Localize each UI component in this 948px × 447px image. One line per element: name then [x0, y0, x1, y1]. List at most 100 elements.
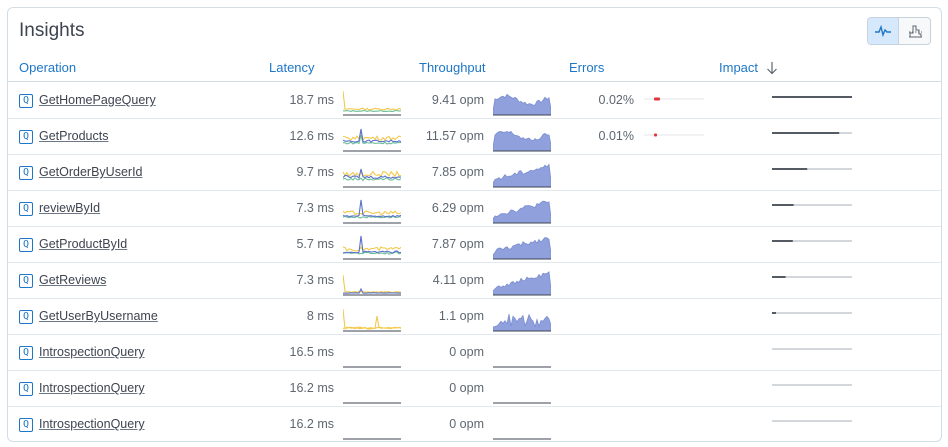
latency-series-line [343, 308, 401, 330]
latency-sparkline [343, 308, 401, 332]
column-errors[interactable]: Errors [569, 60, 604, 75]
operation-row[interactable]: Q GetHomePageQuery 18.7 ms 9.41 opm 0.02% [8, 83, 941, 119]
latency-value: 16.5 ms [289, 345, 334, 359]
latency-series-line [343, 315, 401, 330]
impact-track [772, 384, 852, 386]
query-type-icon: Q [19, 130, 33, 144]
distribution-chart-icon [908, 25, 922, 38]
line-chart-icon [875, 25, 891, 37]
impact-fill [772, 168, 808, 170]
sparkline-view-button[interactable] [868, 18, 900, 44]
latency-value: 5.7 ms [296, 237, 334, 251]
operation-row[interactable]: Q GetReviews 7.3 ms 4.11 opm [8, 263, 941, 299]
impact-bar [772, 132, 852, 134]
query-type-icon: Q [19, 418, 33, 432]
impact-fill [772, 276, 786, 278]
throughput-area [493, 271, 551, 296]
latency-series-line [343, 90, 401, 111]
error-rate-bar [644, 97, 704, 101]
error-rate-bar [644, 133, 704, 137]
impact-bar [772, 168, 852, 170]
latency-series-line [343, 128, 401, 143]
operation-row[interactable]: Q IntrospectionQuery 16.2 ms 0 opm [8, 371, 941, 407]
throughput-value: 0 opm [449, 417, 484, 431]
operation-name-link[interactable]: GetProducts [39, 129, 108, 143]
sort-descending-icon[interactable] [765, 60, 779, 76]
throughput-area [493, 313, 551, 332]
throughput-sparkline [493, 200, 551, 224]
query-type-icon: Q [19, 310, 33, 324]
operation-row[interactable]: Q GetProductById 5.7 ms 7.87 opm [8, 227, 941, 263]
operation-name-link[interactable]: GetReviews [39, 273, 106, 287]
impact-bar [772, 348, 852, 350]
latency-value: 7.3 ms [296, 201, 334, 215]
latency-series-line [343, 109, 401, 112]
latency-sparkline [343, 168, 401, 188]
operation-row[interactable]: Q GetOrderByUserId 9.7 ms 7.85 opm [8, 155, 941, 191]
distribution-view-button[interactable] [899, 18, 930, 44]
view-toggle[interactable] [867, 17, 931, 45]
latency-value: 7.3 ms [296, 273, 334, 287]
column-throughput[interactable]: Throughput [419, 60, 486, 75]
latency-series-line [343, 170, 401, 178]
throughput-sparkline [493, 237, 551, 260]
impact-fill [772, 96, 852, 98]
operation-row[interactable]: Q GetProducts 12.6 ms 11.57 opm 0.01% [8, 119, 941, 155]
error-mark [654, 133, 657, 137]
throughput-area [493, 163, 551, 188]
throughput-sparkline [493, 438, 551, 440]
latency-value: 12.6 ms [289, 129, 334, 143]
latency-sparkline [343, 366, 401, 368]
latency-sparkline [343, 199, 401, 224]
impact-bar [772, 96, 852, 98]
impact-fill [772, 312, 776, 314]
operation-row[interactable]: Q IntrospectionQuery 16.5 ms 0 opm [8, 335, 941, 371]
latency-value: 16.2 ms [289, 417, 334, 431]
throughput-sparkline [493, 131, 551, 152]
throughput-value: 6.29 opm [431, 201, 484, 215]
impact-bar [772, 312, 852, 314]
operation-name-link[interactable]: GetProductById [39, 237, 127, 251]
column-impact[interactable]: Impact [719, 60, 758, 75]
latency-sparkline [343, 90, 401, 116]
throughput-value: 11.57 opm [425, 129, 484, 143]
operation-name-link[interactable]: IntrospectionQuery [39, 345, 145, 359]
operation-name-link[interactable]: IntrospectionQuery [39, 381, 145, 395]
throughput-sparkline [493, 313, 551, 332]
throughput-area [493, 131, 551, 152]
operation-row[interactable]: QreviewById 7.3 ms 6.29 opm [8, 191, 941, 227]
operation-name-link[interactable]: IntrospectionQuery [39, 417, 145, 431]
operation-name-link[interactable]: reviewById [39, 201, 100, 215]
latency-sparkline [343, 402, 401, 404]
throughput-area [493, 200, 551, 224]
column-operation[interactable]: Operation [19, 60, 76, 75]
latency-series-line [343, 210, 401, 216]
latency-series-line [343, 130, 401, 142]
query-type-icon: Q [19, 166, 33, 180]
operation-name-link[interactable]: GetUserByUsername [39, 309, 158, 323]
throughput-sparkline [493, 366, 551, 368]
impact-fill [772, 240, 793, 242]
throughput-value: 4.11 opm [432, 273, 484, 287]
throughput-area [493, 237, 551, 260]
latency-series-line [343, 287, 401, 294]
latency-series-line [343, 235, 401, 254]
throughput-value: 1.1 opm [438, 309, 484, 323]
operation-row[interactable]: Q IntrospectionQuery 16.2 ms 0 opm [8, 407, 941, 443]
impact-bar [772, 204, 852, 206]
impact-bar [772, 240, 852, 242]
column-latency[interactable]: Latency [269, 60, 315, 75]
latency-value: 9.7 ms [296, 165, 334, 179]
query-type-icon: Q [19, 238, 33, 252]
latency-sparkline [343, 128, 401, 152]
throughput-value: 0 opm [449, 381, 484, 395]
error-rate-value: 0.02% [598, 93, 634, 107]
throughput-value: 9.41 opm [431, 93, 484, 107]
latency-sparkline [343, 274, 401, 296]
throughput-sparkline [493, 93, 551, 116]
operation-name-link[interactable]: GetHomePageQuery [39, 93, 156, 107]
impact-bar [772, 276, 852, 278]
operation-name-link[interactable]: GetOrderByUserId [39, 165, 143, 179]
query-type-icon: Q [19, 346, 33, 360]
operation-row[interactable]: Q GetUserByUsername 8 ms 1.1 opm [8, 299, 941, 335]
